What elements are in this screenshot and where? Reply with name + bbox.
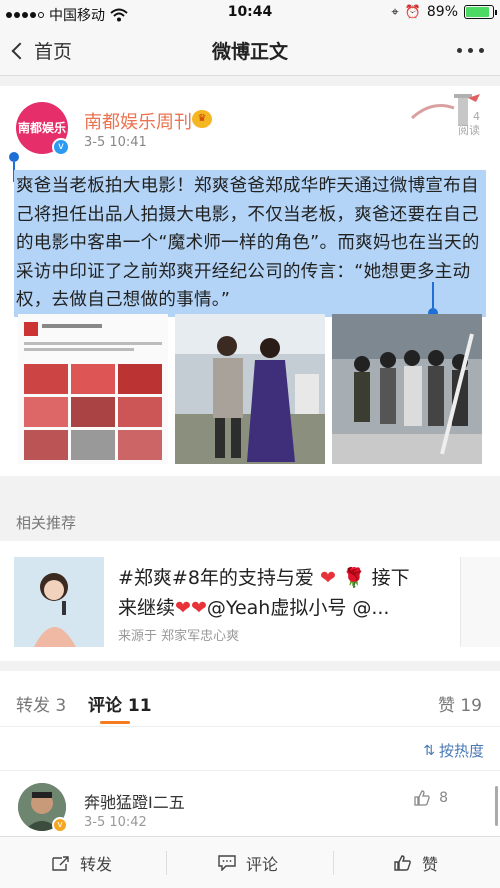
repost-icon <box>52 856 69 871</box>
tab-repost[interactable]: 转发 3 <box>16 691 66 716</box>
tab-like[interactable]: 赞 19 <box>438 691 482 716</box>
divider <box>166 851 167 875</box>
vip-badge-icon: v <box>52 817 68 833</box>
recommend-thumbnail <box>14 557 104 647</box>
location-icon: ⌖ <box>391 4 399 20</box>
post-image-3[interactable] <box>332 314 482 464</box>
comment-like-button[interactable]: 8 <box>413 789 448 807</box>
scrollbar[interactable] <box>495 786 498 826</box>
like-button[interactable]: 赞 <box>394 851 438 875</box>
comment-like-count: 8 <box>439 790 448 806</box>
active-tab-indicator <box>100 721 130 724</box>
repost-label: 转发 <box>80 855 113 874</box>
sort-label: 按热度 <box>438 742 484 760</box>
heart-icon: ❤ <box>190 597 207 619</box>
recommend-line1b: 接下 <box>371 567 410 589</box>
comment-icon <box>218 855 236 871</box>
comment-time: 3-5 10:42 <box>84 815 147 830</box>
commenter-name[interactable]: 奔驰猛蹬I二五 <box>84 789 185 813</box>
post-image-1[interactable] <box>18 314 168 464</box>
comment-label: 评论 <box>246 855 279 874</box>
recommend-section-title: 相关推荐 <box>16 514 77 532</box>
post-text[interactable]: 爽爸当老板拍大电影！郑爽爸爸郑成华昨天通过微博宣布自己将担任出品人拍摄大电影，不… <box>14 170 486 317</box>
page-title: 微博正文 <box>211 41 288 63</box>
tab-comment[interactable]: 评论 11 <box>88 691 152 716</box>
heart-icon: ❤ <box>175 597 191 619</box>
post-time: 3-5 10:41 <box>84 135 147 150</box>
recommend-line1: #郑爽#8年的支持与爱 <box>118 567 314 589</box>
recommend-source: 来源于 郑家军忠心爽 <box>118 629 240 644</box>
author-name[interactable]: 南都娱乐周刊 <box>84 108 192 134</box>
rose-icon: 🌹 <box>341 567 366 589</box>
status-bar: 中国移动 10:44 ⌖ ⏰ 89% <box>0 0 500 26</box>
divider <box>333 851 334 875</box>
heart-icon: ❤ <box>319 567 336 589</box>
post-image-2[interactable] <box>175 314 325 464</box>
thumb-up-icon <box>414 790 430 806</box>
read-count-label: 阅读 <box>458 124 480 137</box>
sort-row: ⇅ 按热度 <box>0 727 500 771</box>
battery-percent: 89% <box>426 4 458 20</box>
repost-button[interactable]: 转发 <box>52 851 112 875</box>
recommend-line2b: @Yeah虚拟小号 @... <box>206 597 390 619</box>
read-count-value: 4 <box>473 110 480 123</box>
post-card: 南都娱乐 v 南都娱乐周刊 ♛ 3-5 10:41 4 阅读 爽爸当老板拍大电影… <box>0 86 500 476</box>
battery-icon <box>464 5 497 19</box>
recommend-line2a: 来继续 <box>118 597 176 619</box>
interaction-tabs: 转发 3 评论 11 赞 19 <box>0 671 500 727</box>
sort-icon: ⇅ <box>423 742 435 759</box>
thumb-up-icon <box>394 855 411 871</box>
member-crown-icon: ♛ <box>192 110 212 128</box>
selection-start-handle[interactable] <box>9 152 19 182</box>
comment-button[interactable]: 评论 <box>218 851 278 875</box>
alarm-icon: ⏰ <box>404 4 421 20</box>
comment-item[interactable]: v 奔驰猛蹬I二五 3-5 10:42 8 <box>0 771 500 841</box>
recommend-text: #郑爽#8年的支持与爱 ❤ 🌹 接下 来继续❤❤@Yeah虚拟小号 @... <box>118 563 418 623</box>
nav-bar: 首页 微博正文 <box>0 26 500 76</box>
more-options-button[interactable] <box>457 48 484 53</box>
recommend-side-preview[interactable] <box>460 557 500 647</box>
bottom-action-bar: 转发 评论 赞 <box>0 836 500 888</box>
recommend-card[interactable]: #郑爽#8年的支持与爱 ❤ 🌹 接下 来继续❤❤@Yeah虚拟小号 @... 来… <box>0 541 500 661</box>
read-count: 4 阅读 <box>458 110 480 138</box>
like-label: 赞 <box>422 855 439 874</box>
verified-badge-icon: v <box>52 138 70 156</box>
sort-button[interactable]: ⇅ 按热度 <box>423 740 484 761</box>
